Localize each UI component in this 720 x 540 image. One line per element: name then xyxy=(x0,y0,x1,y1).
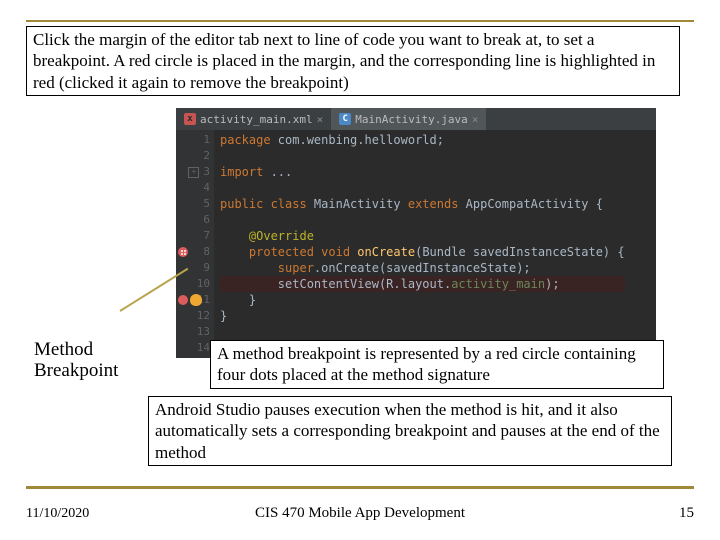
code-line: public class MainActivity extends AppCom… xyxy=(220,196,625,212)
footer-page-number: 15 xyxy=(679,505,694,522)
line-gutter[interactable]: 1 2 +3 4 5 6 7 8 9 10 11 12 13 14 xyxy=(176,130,214,358)
code-line: super.onCreate(savedInstanceState); xyxy=(220,260,625,276)
code-lines: package com.wenbing.helloworld; import .… xyxy=(214,130,625,358)
tab-activity-main[interactable]: x activity_main.xml × xyxy=(176,108,331,130)
close-icon[interactable]: × xyxy=(472,113,479,126)
code-line: protected void onCreate(Bundle savedInst… xyxy=(220,244,625,260)
intro-text-box: Click the margin of the editor tab next … xyxy=(26,26,680,96)
code-line xyxy=(220,324,625,340)
java-file-icon: C xyxy=(339,113,351,125)
code-line: import ... xyxy=(220,164,625,180)
ide-screenshot: x activity_main.xml × C MainActivity.jav… xyxy=(176,108,656,358)
code-line xyxy=(220,180,625,196)
xml-file-icon: x xyxy=(184,113,196,125)
method-breakpoint-icon[interactable] xyxy=(178,247,188,257)
fold-icon[interactable]: + xyxy=(188,167,199,178)
code-line: @Override xyxy=(220,228,625,244)
gutter-line: 5 xyxy=(176,196,210,212)
gutter-line: 4 xyxy=(176,180,210,196)
tab-label: MainActivity.java xyxy=(355,113,468,126)
footer-course: CIS 470 Mobile App Development xyxy=(0,505,720,522)
top-rule xyxy=(26,20,694,22)
gutter-line: +3 xyxy=(176,164,210,180)
close-icon[interactable]: × xyxy=(317,113,324,126)
gutter-line: 6 xyxy=(176,212,210,228)
code-line xyxy=(220,212,625,228)
para-text: Android Studio pauses execution when the… xyxy=(155,400,660,462)
gutter-line: 1 xyxy=(176,132,210,148)
gutter-line: 13 xyxy=(176,324,210,340)
method-breakpoint-description: A method breakpoint is represented by a … xyxy=(210,340,664,389)
code-area: 1 2 +3 4 5 6 7 8 9 10 11 12 13 14 packag… xyxy=(176,130,656,358)
lightbulb-icon[interactable] xyxy=(190,294,202,306)
editor-tabs: x activity_main.xml × C MainActivity.jav… xyxy=(176,108,656,130)
tab-main-activity[interactable]: C MainActivity.java × xyxy=(331,108,486,130)
gutter-line: 14 xyxy=(176,340,210,356)
code-line: } xyxy=(220,308,625,324)
execution-pause-description: Android Studio pauses execution when the… xyxy=(148,396,672,466)
code-line-highlighted: setContentView(R.layout.activity_main); xyxy=(220,276,625,292)
line-breakpoint-icon[interactable] xyxy=(178,295,188,305)
gutter-line: 11 xyxy=(176,292,210,308)
desc-text: A method breakpoint is represented by a … xyxy=(217,344,636,384)
code-line xyxy=(220,148,625,164)
tab-label: activity_main.xml xyxy=(200,113,313,126)
gutter-line: 8 xyxy=(176,244,210,260)
gutter-line: 10 xyxy=(176,276,210,292)
intro-text: Click the margin of the editor tab next … xyxy=(33,30,655,92)
code-line: } xyxy=(220,292,625,308)
gutter-line: 12 xyxy=(176,308,210,324)
bottom-rule xyxy=(26,486,694,489)
code-line: package com.wenbing.helloworld; xyxy=(220,132,625,148)
gutter-line: 7 xyxy=(176,228,210,244)
gutter-line: 2 xyxy=(176,148,210,164)
method-breakpoint-label: Method Breakpoint xyxy=(34,340,118,382)
